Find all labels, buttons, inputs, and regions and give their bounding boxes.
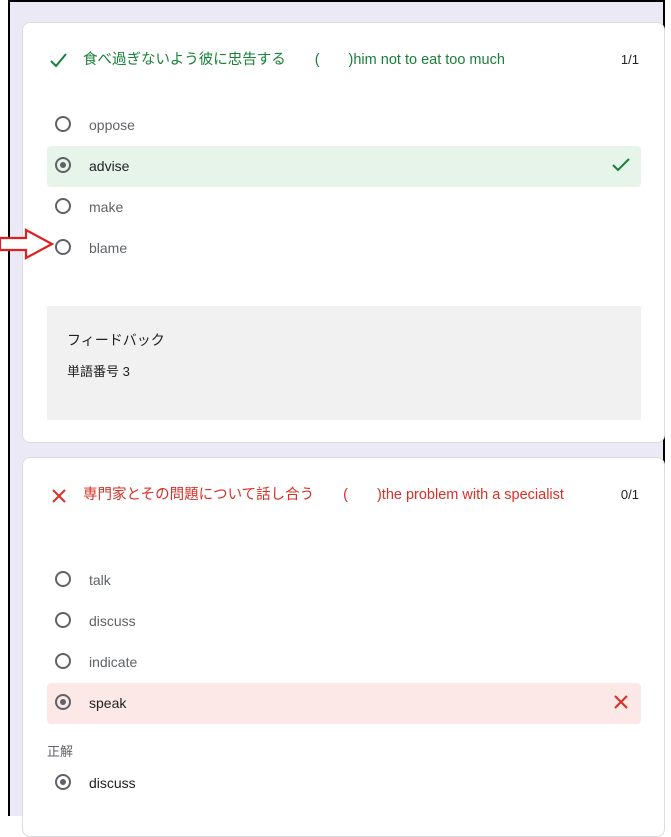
radio-icon[interactable] bbox=[55, 571, 71, 587]
radio-icon[interactable] bbox=[55, 612, 71, 628]
correct-answer-option: discuss bbox=[47, 763, 641, 804]
question-score: 0/1 bbox=[620, 487, 639, 502]
radio-icon[interactable] bbox=[55, 116, 71, 132]
radio-selected-icon[interactable] bbox=[55, 694, 71, 710]
question-card-1: 食べ過ぎないよう彼に忠告する ( )him not to eat too muc… bbox=[22, 22, 665, 443]
check-icon bbox=[50, 53, 67, 68]
x-icon bbox=[614, 695, 628, 709]
question-score: 1/1 bbox=[620, 52, 639, 67]
option-talk[interactable]: talk bbox=[47, 560, 641, 601]
option-label: speak bbox=[89, 695, 127, 711]
option-advise[interactable]: advise bbox=[47, 146, 641, 187]
option-blame[interactable]: blame bbox=[47, 228, 641, 269]
red-arrow-icon bbox=[0, 228, 55, 260]
radio-selected-icon[interactable] bbox=[55, 157, 71, 173]
option-label: discuss bbox=[89, 775, 136, 791]
question-card-2: 専門家とその問題について話し合う ( )the problem with a s… bbox=[22, 457, 665, 837]
option-label: advise bbox=[89, 158, 130, 174]
option-speak[interactable]: speak bbox=[47, 683, 641, 724]
option-label: blame bbox=[89, 240, 128, 256]
feedback-title: フィードバック bbox=[67, 332, 165, 348]
option-indicate[interactable]: indicate bbox=[47, 642, 641, 683]
option-label: indicate bbox=[89, 654, 138, 670]
option-oppose[interactable]: oppose bbox=[47, 105, 641, 146]
radio-icon[interactable] bbox=[55, 198, 71, 214]
option-label: discuss bbox=[89, 613, 136, 629]
form-background: 食べ過ぎないよう彼に忠告する ( )him not to eat too muc… bbox=[8, 0, 665, 837]
question-text: 専門家とその問題について話し合う ( )the problem with a s… bbox=[83, 487, 564, 503]
check-icon bbox=[612, 158, 630, 172]
option-discuss[interactable]: discuss bbox=[47, 601, 641, 642]
feedback-body: 単語番号 3 bbox=[67, 364, 130, 379]
radio-icon[interactable] bbox=[55, 653, 71, 669]
option-label: talk bbox=[89, 572, 111, 588]
option-label: oppose bbox=[89, 117, 135, 133]
feedback-box: フィードバック 単語番号 3 bbox=[47, 306, 641, 420]
option-make[interactable]: make bbox=[47, 187, 641, 228]
correct-answer-heading: 正解 bbox=[47, 744, 74, 759]
question-text: 食べ過ぎないよう彼に忠告する ( )him not to eat too muc… bbox=[83, 52, 505, 68]
radio-selected-icon bbox=[55, 774, 71, 790]
x-icon bbox=[52, 489, 66, 503]
option-label: make bbox=[89, 199, 124, 215]
